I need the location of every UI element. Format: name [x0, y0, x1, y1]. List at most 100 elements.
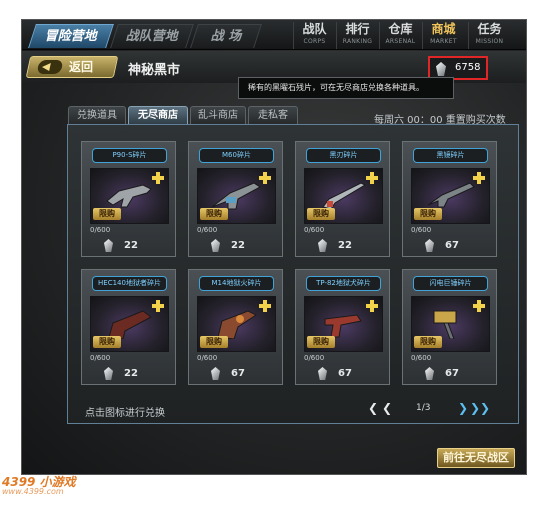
- item-image[interactable]: 限购: [197, 168, 276, 224]
- limit-badge: 限购: [414, 208, 442, 220]
- nav-mission[interactable]: 任务 MISSION: [468, 22, 510, 49]
- currency-value: 6758: [455, 62, 481, 73]
- purchase-count: 0/600: [197, 226, 218, 234]
- tab-battlefield[interactable]: 战 场: [190, 24, 262, 48]
- item-card[interactable]: P90-S碎片 限购 0/600 22: [81, 141, 176, 257]
- nav-corps-label: 战队: [302, 22, 327, 36]
- next-page-button[interactable]: ❯: [458, 401, 468, 415]
- limit-badge: 限购: [200, 208, 228, 220]
- machine-gun-icon: [211, 182, 261, 210]
- nav-arsenal-sublabel: ARSENAL: [385, 38, 416, 45]
- purchase-count: 0/600: [304, 354, 325, 362]
- limit-badge: 限购: [307, 336, 335, 348]
- goto-endless-zone-button[interactable]: 前往无尽战区: [437, 448, 515, 468]
- plus-icon: [366, 300, 378, 312]
- crystal-shard-icon: [104, 239, 113, 252]
- purchase-count: 0/600: [411, 226, 432, 234]
- purchase-count: 0/600: [90, 226, 111, 234]
- back-button[interactable]: 返回: [25, 56, 119, 78]
- crystal-shard-icon: [318, 239, 327, 252]
- price-value: 67: [338, 368, 352, 379]
- tab-team-camp[interactable]: 战队营地: [110, 24, 194, 48]
- watermark-url: www.4399.com: [2, 487, 64, 496]
- nav-mission-label: 任务: [477, 22, 502, 36]
- nav-market[interactable]: 商城 MARKET: [422, 22, 464, 49]
- first-page-button[interactable]: ❮: [368, 401, 378, 415]
- price-value: 67: [445, 240, 459, 251]
- game-window: 冒险营地 战队营地 战 场 战队 CORPS 排行 RANKING 仓库 ARS…: [21, 19, 527, 475]
- purchase-count: 0/600: [197, 354, 218, 362]
- item-image[interactable]: 限购: [90, 168, 169, 224]
- limit-badge: 限购: [93, 336, 121, 348]
- item-image[interactable]: 限购: [411, 168, 490, 224]
- crystal-shard-icon: [211, 367, 220, 380]
- pagination: ❮ ❮ 1/3 ❯ ❯❯: [368, 401, 490, 417]
- nav-ranking-sublabel: RANKING: [342, 38, 373, 45]
- item-name: M60碎片: [199, 148, 274, 163]
- back-arrow-icon: [36, 60, 64, 74]
- nav-corps[interactable]: 战队 CORPS: [293, 22, 335, 49]
- crystal-shard-icon: [211, 239, 220, 252]
- price-value: 67: [445, 368, 459, 379]
- limit-badge: 限购: [414, 336, 442, 348]
- item-name: HEC140地狱者碎片: [92, 276, 167, 291]
- nav-arsenal[interactable]: 仓库 ARSENAL: [379, 22, 421, 49]
- grenade-launcher-icon: [217, 310, 257, 339]
- price-value: 67: [231, 368, 245, 379]
- nav-mission-sublabel: MISSION: [475, 38, 504, 45]
- item-image[interactable]: 限购: [90, 296, 169, 352]
- item-card[interactable]: M60碎片 限购 0/600 22: [188, 141, 283, 257]
- item-name: 闪电巨锤碎片: [413, 276, 488, 291]
- limit-badge: 限购: [307, 208, 335, 220]
- limit-badge: 限购: [93, 208, 121, 220]
- item-card[interactable]: 闪电巨锤碎片 限购 0/600 67: [402, 269, 497, 385]
- tab-brawl-shop[interactable]: 乱斗商店: [190, 106, 246, 124]
- tooltip: 稀有的黑曜石残片，可在无尽商店兑换各种道具。: [238, 77, 454, 99]
- plus-icon: [473, 172, 485, 184]
- nav-ranking-label: 排行: [345, 22, 370, 36]
- nav-ranking[interactable]: 排行 RANKING: [336, 22, 378, 49]
- footer-hint: 点击图标进行兑换: [85, 408, 165, 419]
- item-card[interactable]: HEC140地狱者碎片 限购 0/600 22: [81, 269, 176, 385]
- purchase-count: 0/600: [304, 226, 325, 234]
- plus-icon: [259, 172, 271, 184]
- plus-icon: [366, 172, 378, 184]
- top-navigation: 冒险营地 战队营地 战 场 战队 CORPS 排行 RANKING 仓库 ARS…: [22, 20, 526, 50]
- item-name: M14地狱火碎片: [199, 276, 274, 291]
- blade-icon: [322, 182, 367, 210]
- plus-icon: [259, 300, 271, 312]
- nav-market-sublabel: MARKET: [430, 38, 457, 45]
- tab-smuggler[interactable]: 走私客: [248, 106, 298, 124]
- price-value: 22: [124, 368, 138, 379]
- item-name: 黑镜碎片: [413, 148, 488, 163]
- item-name: TP-82地狱犬碎片: [306, 276, 381, 291]
- item-card[interactable]: TP-82地狱犬碎片 限购 0/600 67: [295, 269, 390, 385]
- price-value: 22: [338, 240, 352, 251]
- price-value: 22: [231, 240, 245, 251]
- item-card[interactable]: 黑镜碎片 限购 0/600 67: [402, 141, 497, 257]
- smg-icon: [106, 184, 152, 208]
- prev-page-button[interactable]: ❮: [382, 401, 392, 415]
- plus-icon: [473, 300, 485, 312]
- item-image[interactable]: 限购: [197, 296, 276, 352]
- purchase-count: 0/600: [90, 354, 111, 362]
- purchase-count: 0/600: [411, 354, 432, 362]
- nav-market-label: 商城: [431, 22, 456, 36]
- crystal-shard-icon: [425, 367, 434, 380]
- item-card[interactable]: M14地狱火碎片 限购 0/600 67: [188, 269, 283, 385]
- price-value: 22: [124, 240, 138, 251]
- last-page-button[interactable]: ❯❯: [470, 401, 490, 415]
- limit-badge: 限购: [200, 336, 228, 348]
- tab-exchange-items[interactable]: 兑换道具: [68, 106, 126, 124]
- crystal-shard-icon: [318, 367, 327, 380]
- item-image[interactable]: 限购: [304, 296, 383, 352]
- item-card[interactable]: 黑刃碎片 限购 0/600 22: [295, 141, 390, 257]
- item-image[interactable]: 限购: [304, 168, 383, 224]
- watermark: 4399 小游戏 www.4399.com: [2, 473, 76, 496]
- tab-adventure-camp[interactable]: 冒险营地: [28, 24, 114, 48]
- item-image[interactable]: 限购: [411, 296, 490, 352]
- rifle-icon: [427, 182, 475, 208]
- crystal-shard-icon: [104, 367, 113, 380]
- nav-arsenal-label: 仓库: [388, 22, 413, 36]
- tab-endless-shop[interactable]: 无尽商店: [128, 106, 188, 124]
